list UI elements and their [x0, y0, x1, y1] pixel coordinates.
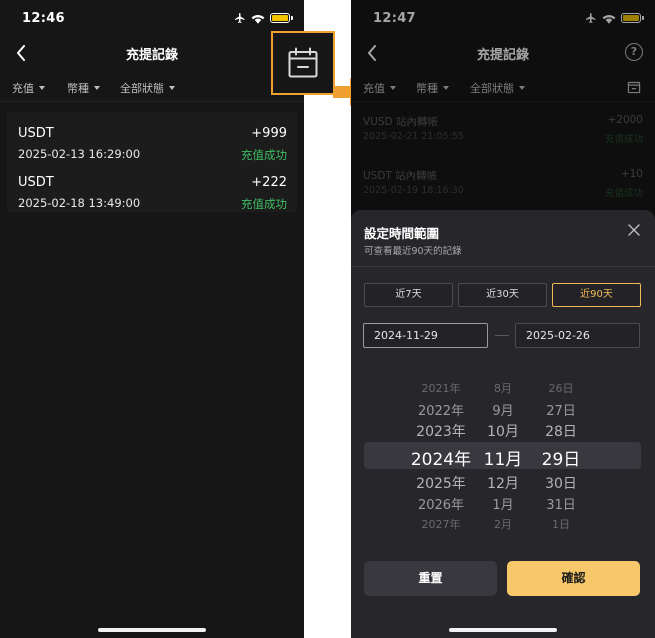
divider — [0, 101, 304, 102]
picker-option[interactable]: 8月 — [473, 380, 533, 396]
status-time: 12:46 — [22, 11, 65, 26]
record-status: 充值成功 — [241, 148, 287, 162]
divider — [351, 266, 655, 267]
picker-option[interactable]: 27日 — [531, 400, 591, 419]
picker-option[interactable]: 30日 — [531, 473, 591, 493]
caret-down-icon — [94, 86, 100, 90]
picker-option[interactable]: 1日 — [531, 516, 591, 532]
status-bar: 12:46 — [0, 0, 304, 38]
record-amount: +222 — [251, 175, 287, 190]
sheet-title: 設定時間範圍 — [364, 226, 440, 241]
picker-option[interactable]: 28日 — [531, 421, 591, 441]
day-wheel[interactable]: 26日 27日 28日 29日 30日 31日 1日 — [531, 380, 591, 532]
preset-30-days-button[interactable]: 近30天 — [458, 283, 547, 307]
reset-button[interactable]: 重置 — [364, 561, 497, 596]
start-date-field[interactable]: 2024-11-29 — [363, 323, 488, 348]
month-wheel[interactable]: 8月 9月 10月 11月 12月 1月 2月 — [473, 380, 533, 532]
filter-bar: 充值 幣種 全部狀態 — [0, 76, 304, 98]
nav-bar: 充提記錄 — [0, 38, 304, 68]
record-amount: +999 — [251, 126, 287, 141]
airplane-icon — [235, 13, 245, 23]
close-icon[interactable] — [627, 223, 641, 237]
wifi-icon — [251, 14, 265, 24]
caret-down-icon — [39, 86, 45, 90]
record-row[interactable]: USDT 2025-02-13 16:29:00 +999 充值成功 — [18, 126, 287, 170]
left-screen: 12:46 充提記錄 充值 幣種 全部狀態 USDT 2025-02-13 16… — [0, 0, 304, 638]
picker-option[interactable]: 31日 — [531, 494, 591, 513]
record-list: USDT 2025-02-13 16:29:00 +999 充值成功 USDT … — [7, 112, 297, 212]
preset-7-days-button[interactable]: 近7天 — [364, 283, 453, 307]
preset-90-days-button[interactable]: 近90天 — [552, 283, 641, 307]
date-range-sheet: 設定時間範圍 可查看最近90天的記錄 近7天 近30天 近90天 2024-11… — [351, 210, 655, 638]
end-date-field[interactable]: 2025-02-26 — [515, 323, 640, 348]
record-time: 2025-02-18 13:49:00 — [18, 196, 141, 210]
home-indicator — [449, 628, 557, 632]
home-indicator — [98, 628, 206, 632]
record-status: 充值成功 — [241, 197, 287, 211]
record-coin: USDT — [18, 175, 54, 190]
battery-icon — [270, 13, 293, 23]
calendar-button-callout[interactable] — [271, 31, 335, 95]
calendar-icon — [288, 47, 318, 78]
date-wheel-picker: 2021年 2022年 2023年 2024年 2025年 2026年 2027年 8月 9月… — [351, 380, 655, 532]
picker-option[interactable]: 2月 — [473, 516, 533, 532]
range-separator — [495, 335, 509, 336]
filter-status-dropdown[interactable]: 全部狀態 — [120, 80, 175, 96]
confirm-button[interactable]: 確認 — [507, 561, 640, 596]
right-screen: 12:47 充提記錄 ? 充值 幣種 全部狀態 VUSD 站內轉帳 2025-0… — [351, 0, 655, 638]
picker-option[interactable]: 10月 — [473, 421, 533, 441]
picker-option[interactable]: 12月 — [473, 473, 533, 493]
picker-option[interactable]: 1月 — [473, 494, 533, 513]
filter-coin-dropdown[interactable]: 幣種 — [67, 80, 100, 96]
record-coin: USDT — [18, 126, 54, 141]
caret-down-icon — [169, 86, 175, 90]
record-time: 2025-02-13 16:29:00 — [18, 147, 141, 161]
picker-option[interactable]: 29日 — [531, 445, 591, 470]
record-row[interactable]: USDT 2025-02-18 13:49:00 +222 充值成功 — [18, 175, 287, 219]
picker-option[interactable]: 26日 — [531, 380, 591, 396]
filter-type-dropdown[interactable]: 充值 — [12, 80, 45, 96]
sheet-subtitle: 可查看最近90天的記錄 — [364, 246, 462, 257]
picker-option[interactable]: 11月 — [473, 445, 533, 470]
page-title: 充提記錄 — [125, 48, 178, 63]
picker-option[interactable]: 9月 — [473, 400, 533, 419]
